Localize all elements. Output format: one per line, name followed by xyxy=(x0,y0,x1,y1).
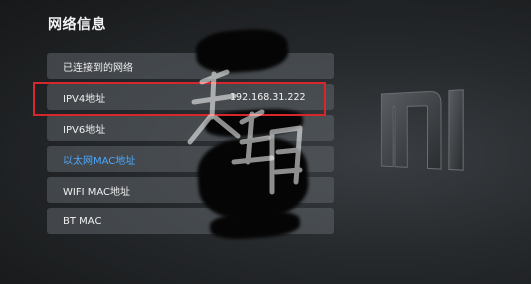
list-item-label: WIFI MAC地址 xyxy=(63,186,130,198)
highlight-box xyxy=(33,82,326,116)
list-item-label: 已连接到的网络 xyxy=(63,62,133,74)
list-item-label: BT MAC xyxy=(63,215,102,227)
list-item-label: 以太网MAC地址 xyxy=(63,155,136,167)
list-item-connected-network[interactable]: 已连接到的网络 xyxy=(47,53,334,79)
mi-logo-icon xyxy=(378,81,467,179)
list-item-label: IPV6地址 xyxy=(63,124,106,136)
page-title: 网络信息 xyxy=(48,17,106,33)
